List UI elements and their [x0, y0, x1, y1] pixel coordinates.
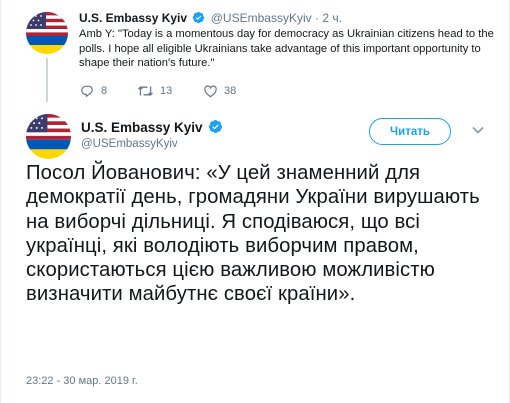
parent-tweet-text: Amb Y: "Today is a momentous day for dem…	[79, 28, 494, 69]
main-tweet-text: Посол Йованович: «У цей знаменний для де…	[26, 162, 480, 306]
embassy-flag-avatar-icon	[26, 12, 68, 54]
chevron-down-icon[interactable]	[469, 121, 487, 139]
retweet-icon	[137, 84, 160, 98]
thread-line	[46, 58, 48, 102]
reply-icon	[79, 84, 101, 98]
avatar[interactable]	[26, 12, 68, 54]
like-count: 38	[224, 85, 237, 97]
tweet-thread: U.S. Embassy Kyiv @USEmbassyKyiv · 2 ч. …	[0, 0, 510, 403]
follow-button[interactable]: Читать	[369, 118, 451, 145]
separator: ·	[314, 11, 319, 25]
reply-count: 8	[101, 85, 108, 97]
retweet-count: 13	[160, 85, 173, 97]
like-icon	[203, 84, 224, 98]
embassy-flag-avatar-icon	[26, 114, 71, 159]
parent-tweet-header: U.S. Embassy Kyiv @USEmbassyKyiv · 2 ч.	[79, 11, 342, 28]
author-handle[interactable]: @USEmbassyKyiv	[81, 138, 178, 150]
reply-button[interactable]: 8	[79, 84, 107, 98]
retweet-button[interactable]: 13	[137, 84, 172, 98]
avatar[interactable]	[26, 114, 71, 159]
author-name[interactable]: U.S. Embassy Kyiv	[81, 119, 225, 137]
parent-tweet[interactable]: U.S. Embassy Kyiv @USEmbassyKyiv · 2 ч. …	[1, 0, 509, 108]
like-button[interactable]: 38	[203, 84, 236, 98]
verified-badge-icon	[192, 11, 205, 28]
author-name[interactable]: U.S. Embassy Kyiv	[79, 11, 187, 25]
author-name-text[interactable]: U.S. Embassy Kyiv	[81, 120, 203, 135]
verified-badge-icon	[208, 119, 223, 137]
author-handle[interactable]: @USEmbassyKyiv	[211, 11, 312, 25]
main-tweet: U.S. Embassy Kyiv @USEmbassyKyiv Читать …	[1, 108, 509, 403]
tweet-time[interactable]: 2 ч.	[322, 11, 342, 25]
tweet-timestamp[interactable]: 23:22 - 30 мар. 2019 г.	[26, 375, 138, 387]
